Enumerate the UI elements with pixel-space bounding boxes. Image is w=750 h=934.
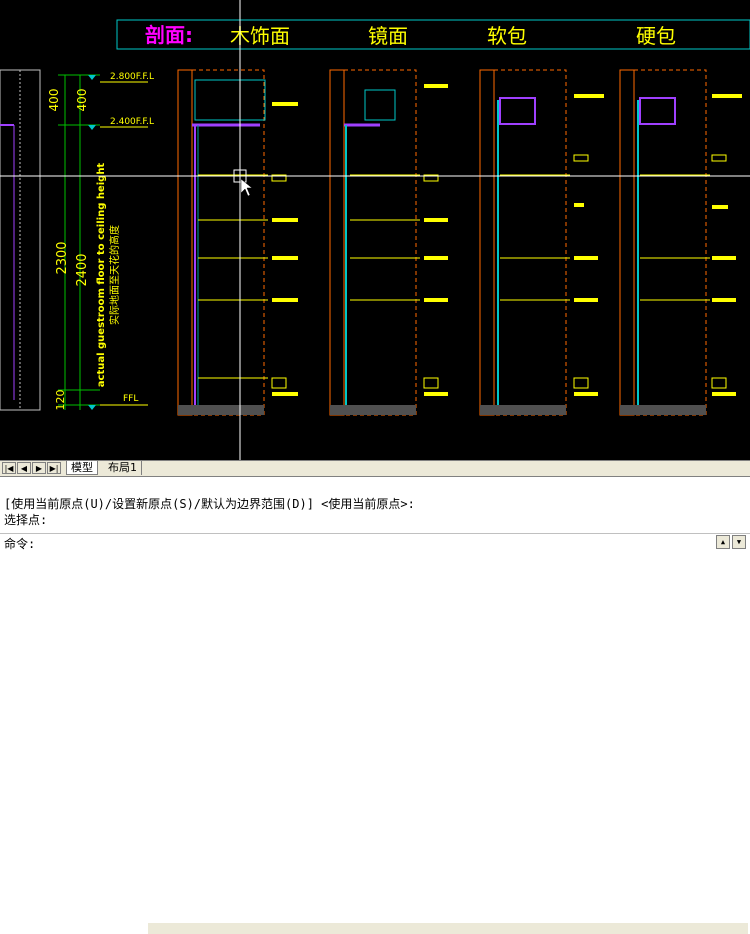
dim-400-left: 400 [47, 89, 61, 112]
dim-2300: 2300 [55, 241, 70, 274]
left-wall-section [0, 69, 41, 411]
first-tab-button[interactable]: |◀ [2, 462, 16, 474]
command-history-line-1: [使用当前原点(U)/设置新原点(S)/默认为边界范围(D)] <使用当前原点>… [4, 497, 415, 511]
dim-120: 120 [54, 390, 67, 411]
section-hard-panel [619, 69, 742, 416]
command-input-row[interactable]: 命令: [0, 533, 750, 552]
vertical-note-chinese: 实际地面至天花的高度 [108, 225, 121, 325]
cad-application: 剖面: 木饰面 镜面 软包 硬包 400 400 2300 2400 120 2… [0, 0, 750, 934]
drawing-canvas[interactable]: 剖面: 木饰面 镜面 软包 硬包 400 400 2300 2400 120 2… [0, 0, 750, 460]
command-prompt[interactable]: 命令: [4, 535, 35, 552]
horizontal-scrollbar[interactable] [148, 923, 748, 934]
section-mirror-panel [329, 69, 448, 416]
section-title-soft: 软包 [487, 24, 527, 48]
last-tab-button[interactable]: ▶| [47, 462, 61, 474]
scroll-down-button[interactable]: ▼ [732, 535, 746, 549]
section-title-hard: 硬包 [636, 24, 676, 48]
prev-tab-button[interactable]: ◀ [17, 462, 31, 474]
next-tab-button[interactable]: ▶ [32, 462, 46, 474]
dim-400-right: 400 [75, 89, 89, 112]
drawing-svg[interactable]: 剖面: 木饰面 镜面 软包 硬包 400 400 2300 2400 120 2… [0, 0, 750, 460]
section-header-label: 剖面: [145, 23, 193, 47]
level-label-top: 2.800F.F.L [110, 72, 154, 82]
scroll-up-button[interactable]: ▲ [716, 535, 730, 549]
layout-tab-bar: |◀ ◀ ▶ ▶| 模型 布局1 [0, 460, 750, 934]
command-scrollbar[interactable]: ▲ ▼ [700, 535, 748, 549]
tab-layout1[interactable]: 布局1 [104, 461, 142, 475]
tab-model[interactable]: 模型 [66, 461, 98, 475]
level-label-floor: FFL [123, 394, 138, 404]
section-title-wood: 木饰面 [230, 24, 290, 48]
dim-2400: 2400 [75, 253, 90, 286]
command-window: [使用当前原点(U)/设置新原点(S)/默认为边界范围(D)] <使用当前原点>… [0, 476, 750, 551]
section-soft-panel [479, 69, 604, 416]
vertical-note-english: actual guestroom floor to ceiling height [96, 163, 107, 388]
section-wood-panel [177, 69, 298, 416]
section-title-mirror: 镜面 [368, 24, 408, 48]
level-label-mid: 2.400F.F.L [110, 117, 154, 127]
command-history-line-2: 选择点: [4, 513, 48, 527]
